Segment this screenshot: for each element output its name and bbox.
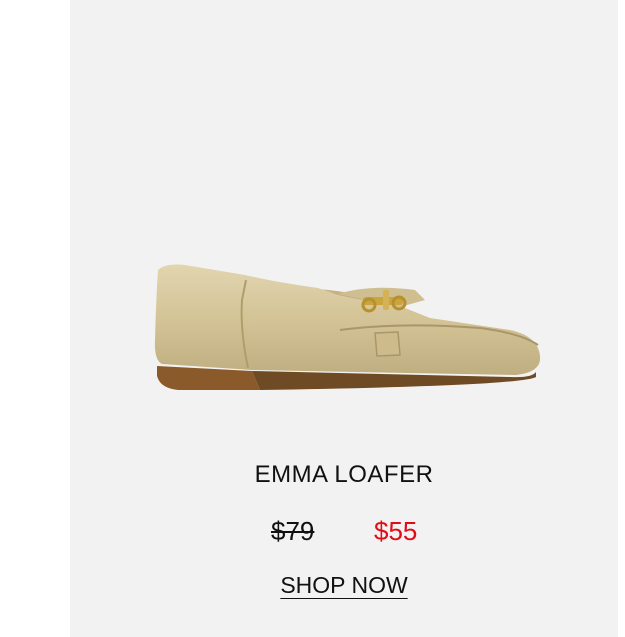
- shop-now-link[interactable]: SHOP NOW: [280, 572, 407, 598]
- product-image[interactable]: [70, 0, 618, 460]
- sale-price: $55: [374, 516, 418, 546]
- cta-container: SHOP NOW: [70, 572, 618, 599]
- product-card[interactable]: EMMA LOAFER $79 $55 SHOP NOW: [70, 0, 618, 637]
- price-row: $79 $55: [70, 516, 618, 550]
- original-price: $79: [271, 516, 315, 546]
- product-name[interactable]: EMMA LOAFER: [70, 461, 618, 489]
